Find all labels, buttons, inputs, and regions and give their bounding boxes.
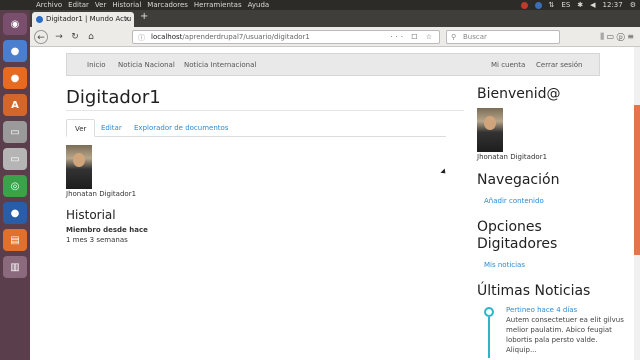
home-button[interactable]: ⌂	[84, 30, 98, 44]
forward-button[interactable]: →	[52, 30, 66, 44]
globe-icon[interactable]: ◎	[3, 175, 27, 197]
page-title: Digitador1	[66, 87, 161, 108]
ubuntu-launcher: ◉ ● ● A ▭ ▭ ◎ ● ▤ ▥	[0, 10, 30, 360]
tab-ver[interactable]: Ver	[66, 119, 96, 137]
latest-news-heading: Últimas Noticias	[477, 283, 591, 299]
options-heading: Opciones Digitadores	[477, 219, 558, 252]
news-date-link[interactable]: Pertineo hace 4 días	[506, 305, 626, 315]
nav-noticia-internacional[interactable]: Noticia Internacional	[184, 54, 256, 76]
news-item: Pertineo hace 4 días Autem consectetuer …	[506, 305, 626, 355]
keyboard-layout[interactable]: ES	[561, 0, 570, 10]
scrollbar-thumb[interactable]	[634, 105, 640, 255]
nav-mi-cuenta[interactable]: Mi cuenta	[491, 54, 525, 76]
application-menu: Archivo Editar Ver Historial Marcadores …	[36, 0, 269, 10]
user-name: Jhonatan Digitador1	[66, 190, 137, 198]
news-excerpt: Autem consectetuer ea elit gilvus melior…	[506, 316, 624, 354]
address-bar[interactable]: ⓘ localhost/aprenderdrupal7/usuario/digi…	[132, 30, 440, 44]
navigation-heading: Navegación	[477, 172, 560, 188]
system-tray: ⇅ ES ✱ ◀ 12:37 ⚙	[520, 0, 636, 10]
trash-icon[interactable]: ▥	[3, 256, 27, 278]
reload-button[interactable]: ↻	[68, 30, 82, 44]
favicon-icon	[36, 16, 43, 23]
my-news-link[interactable]: Mis noticias	[484, 261, 525, 269]
url-host: localhost	[151, 33, 183, 41]
nav-cerrar-sesion[interactable]: Cerrar sesión	[536, 54, 582, 76]
menu-herramientas[interactable]: Herramientas	[194, 0, 242, 10]
browser-tab[interactable]: Digitador1 | Mundo Actu ×	[32, 12, 134, 27]
divider	[66, 110, 464, 111]
search-input[interactable]: ⚲ Buscar	[446, 30, 560, 44]
menu-historial[interactable]: Historial	[112, 0, 141, 10]
timeline-dot	[484, 307, 494, 317]
back-button[interactable]: ←	[34, 30, 48, 44]
sidebar-user-name: Jhonatan Digitador1	[477, 153, 548, 161]
menu-archivo[interactable]: Archivo	[36, 0, 62, 10]
drive-icon[interactable]: ▭	[3, 148, 27, 170]
tab-editar[interactable]: Editar	[93, 119, 130, 137]
nav-noticia-nacional[interactable]: Noticia Nacional	[118, 54, 175, 76]
history-heading: Historial	[66, 208, 116, 222]
page-viewport: Inicio Noticia Nacional Noticia Internac…	[30, 47, 640, 360]
page-scrollbar[interactable]	[634, 47, 640, 360]
browser-tab-strip: Digitador1 | Mundo Actu × +	[30, 10, 640, 27]
nav-inicio[interactable]: Inicio	[87, 54, 106, 76]
firefox-icon[interactable]: ●	[3, 67, 27, 89]
power-icon[interactable]: ⚙	[630, 0, 636, 10]
mouse-cursor	[440, 168, 448, 176]
ubuntu-icon[interactable]: ◉	[3, 13, 27, 35]
menu-ver[interactable]: Ver	[95, 0, 106, 10]
clock[interactable]: 12:37	[603, 0, 623, 10]
software-center-icon[interactable]: A	[3, 94, 27, 116]
recording-icon[interactable]	[520, 1, 528, 9]
tab-explorador[interactable]: Explorador de documentos	[126, 119, 236, 137]
info-icon[interactable]: ⓘ	[138, 32, 145, 44]
network-icon[interactable]: ⇅	[549, 0, 555, 10]
sidebar-user-photo	[477, 108, 503, 152]
close-tab-icon[interactable]: ×	[124, 12, 130, 27]
chrome-icon[interactable]: ●	[3, 40, 27, 62]
search-placeholder: Buscar	[463, 33, 487, 41]
timeline-line	[488, 317, 490, 358]
user-photo	[66, 145, 92, 189]
browser-toolbar: ← → ↻ ⌂ ⓘ localhost/aprenderdrupal7/usua…	[30, 27, 640, 47]
profile-tabs: Ver Editar Explorador de documentos	[66, 119, 446, 137]
chrome-tray-icon[interactable]	[534, 1, 542, 9]
member-label: Miembro desde hace	[66, 226, 148, 234]
tab-title: Digitador1 | Mundo Actu	[46, 15, 132, 23]
menu-ayuda[interactable]: Ayuda	[248, 0, 270, 10]
chrome-alt-icon[interactable]: ●	[3, 202, 27, 224]
presentation-icon[interactable]: ▤	[3, 229, 27, 251]
page-actions[interactable]: ··· ☐ ☆	[390, 31, 435, 43]
add-content-link[interactable]: Añadir contenido	[484, 197, 544, 205]
site-navigation: Inicio Noticia Nacional Noticia Internac…	[66, 53, 600, 76]
menu-marcadores[interactable]: Marcadores	[147, 0, 188, 10]
toolbar-icons[interactable]: ⫼ ▭ ⓟ ≡	[600, 30, 634, 44]
files-icon[interactable]: ▭	[3, 121, 27, 143]
bluetooth-icon[interactable]: ✱	[577, 0, 583, 10]
new-tab-button[interactable]: +	[140, 11, 148, 22]
search-icon: ⚲	[451, 33, 457, 41]
volume-icon[interactable]: ◀	[590, 0, 595, 10]
menu-editar[interactable]: Editar	[68, 0, 89, 10]
system-top-panel: Archivo Editar Ver Historial Marcadores …	[0, 0, 640, 10]
url-path: /aprenderdrupal7/usuario/digitador1	[182, 33, 310, 41]
member-value: 1 mes 3 semanas	[66, 236, 128, 244]
welcome-heading: Bienvenid@	[477, 86, 561, 102]
